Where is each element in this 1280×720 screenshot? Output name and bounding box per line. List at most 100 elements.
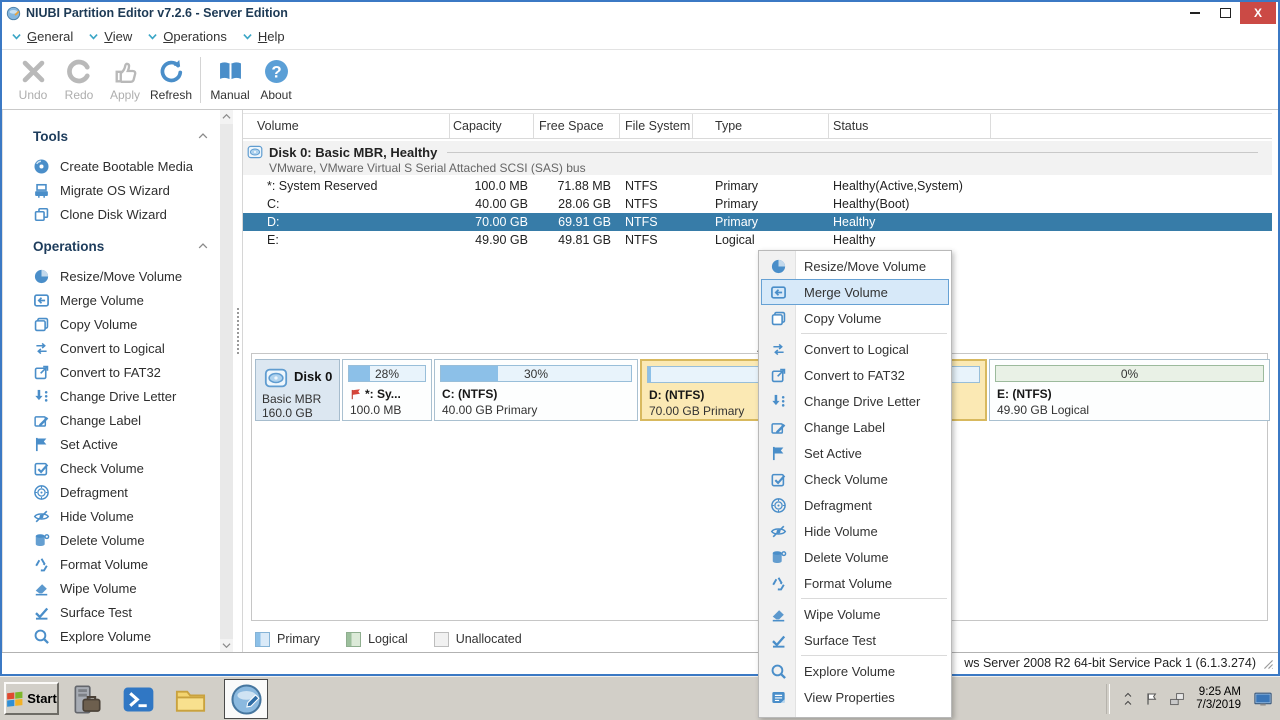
context-menu-item[interactable]: Convert to FAT32 xyxy=(761,362,949,388)
operation-icon xyxy=(33,484,50,501)
disk-map-partition[interactable]: 28% *: Sy... 100.0 MB xyxy=(342,359,432,421)
context-menu-item-icon xyxy=(762,575,794,592)
column-header[interactable]: Status xyxy=(829,114,991,138)
table-header: Volume Capacity Free Space File System T… xyxy=(243,113,1272,139)
sidebar-operation-item[interactable]: Set Active xyxy=(3,432,220,456)
sidebar-tool-item[interactable]: Clone Disk Wizard xyxy=(3,202,220,226)
context-menu-item[interactable]: Check Volume xyxy=(761,466,949,492)
sidebar-operation-item[interactable]: Delete Volume xyxy=(3,528,220,552)
taskbar-powershell-button[interactable] xyxy=(120,681,156,717)
context-menu-item[interactable]: Change Drive Letter xyxy=(761,388,949,414)
sidebar-operation-item[interactable]: Surface Test xyxy=(3,600,220,624)
context-menu-item[interactable]: Hide Volume xyxy=(761,518,949,544)
context-menu-item-icon xyxy=(762,367,794,384)
sidebar-operation-item[interactable]: Wipe Volume xyxy=(3,576,220,600)
usage-bar: 30% xyxy=(440,365,632,382)
context-menu-item[interactable]: Convert to Logical xyxy=(761,336,949,362)
volume-row[interactable]: *: System Reserved 100.0 MB 71.88 MB NTF… xyxy=(243,177,1272,195)
tool-icon xyxy=(33,158,50,175)
operation-icon xyxy=(33,412,50,429)
volume-row[interactable]: C: 40.00 GB 28.06 GB NTFS Primary Health… xyxy=(243,195,1272,213)
column-header[interactable]: Capacity xyxy=(450,114,534,138)
sidebar-operation-item[interactable]: Convert to Logical xyxy=(3,336,220,360)
sidebar-operation-item[interactable]: Change Drive Letter xyxy=(3,384,220,408)
taskbar: Start 9:25 AM 7/3/2019 xyxy=(0,676,1280,720)
context-menu-item[interactable]: Delete Volume xyxy=(761,544,949,570)
column-header[interactable]: Type xyxy=(693,114,829,138)
sidebar-operation-item[interactable]: Explore Volume xyxy=(3,624,220,648)
menu-item[interactable]: Operations xyxy=(146,29,227,44)
network-icon[interactable] xyxy=(1169,691,1185,707)
context-menu-item[interactable]: Set Active xyxy=(761,440,949,466)
toolbar-button[interactable]: Undo xyxy=(10,54,56,106)
volume-row[interactable]: E: 49.90 GB 49.81 GB NTFS Logical Health… xyxy=(243,231,1272,249)
context-menu-item[interactable]: Copy Volume xyxy=(761,305,949,331)
context-menu-item[interactable]: Change Label xyxy=(761,414,949,440)
menu-item[interactable]: General xyxy=(10,29,73,44)
toolbar-button[interactable]: Redo xyxy=(56,54,102,106)
sidebar-operation-item[interactable]: Hide Volume xyxy=(3,504,220,528)
sidebar-section-operations[interactable]: Operations xyxy=(3,232,220,260)
volume-row[interactable]: D: 70.00 GB 69.91 GB NTFS Primary Health… xyxy=(243,213,1272,231)
scroll-up-icon[interactable] xyxy=(220,110,233,124)
chevron-up-icon[interactable] xyxy=(196,129,210,143)
start-button[interactable]: Start xyxy=(4,682,59,715)
folder-icon xyxy=(174,683,207,716)
close-button[interactable]: X xyxy=(1240,2,1276,24)
toolbar-button[interactable]: Refresh xyxy=(148,54,194,106)
sidebar-operation-item[interactable]: Check Volume xyxy=(3,456,220,480)
sidebar-operation-item[interactable]: Resize/Move Volume xyxy=(3,264,220,288)
sidebar-operation-item[interactable]: Merge Volume xyxy=(3,288,220,312)
disk-group-row[interactable]: Disk 0: Basic MBR, Healthy VMware, VMwar… xyxy=(243,141,1272,177)
toolbar-button[interactable]: Apply xyxy=(102,54,148,106)
context-menu-item[interactable]: View Properties xyxy=(761,684,949,710)
status-bar: ws Server 2008 R2 64-bit Service Pack 1 … xyxy=(2,652,1278,674)
sidebar-operation-item[interactable]: Defragment xyxy=(3,480,220,504)
sidebar-operation-item[interactable]: Copy Volume xyxy=(3,312,220,336)
display-tray-icon[interactable] xyxy=(1252,690,1274,708)
context-menu-item[interactable]: Defragment xyxy=(761,492,949,518)
scroll-down-icon[interactable] xyxy=(220,639,233,653)
operation-icon xyxy=(33,460,50,477)
context-menu-item-icon xyxy=(762,632,794,649)
column-header[interactable]: Free Space xyxy=(534,114,620,138)
sidebar-scrollbar[interactable] xyxy=(220,110,233,653)
menu-item[interactable]: View xyxy=(87,29,132,44)
operation-icon xyxy=(33,388,50,405)
operation-icon xyxy=(33,340,50,357)
system-tray: 9:25 AM 7/3/2019 xyxy=(1106,677,1278,720)
sidebar-section-tools[interactable]: Tools xyxy=(3,122,220,150)
window-title: NIUBI Partition Editor v7.2.6 - Server E… xyxy=(26,6,288,20)
context-menu-item[interactable]: Format Volume xyxy=(761,570,949,596)
toolbar-button[interactable]: Manual xyxy=(207,54,253,106)
taskbar-server-manager-button[interactable] xyxy=(68,681,104,717)
toolbar-button[interactable]: ? About xyxy=(253,54,299,106)
taskbar-explorer-button[interactable] xyxy=(172,681,208,717)
context-menu-item[interactable]: Resize/Move Volume xyxy=(761,253,949,279)
taskbar-niubi-button[interactable] xyxy=(224,679,268,719)
sidebar-tool-item[interactable]: Migrate OS Wizard xyxy=(3,178,220,202)
sidebar-operation-item[interactable]: Change Label xyxy=(3,408,220,432)
context-menu-item[interactable]: Surface Test xyxy=(761,627,949,653)
sidebar-splitter-handle[interactable] xyxy=(237,308,239,354)
disk-map-partition[interactable]: 0% E: (NTFS) 49.90 GB Logical xyxy=(989,359,1270,421)
action-center-flag-icon[interactable] xyxy=(1144,691,1160,707)
sidebar-operation-item[interactable]: Convert to FAT32 xyxy=(3,360,220,384)
content-area: Tools Create Bootable Media Migrate OS W… xyxy=(2,110,1278,653)
disk-map-partition[interactable]: 30% C: (NTFS) 40.00 GB Primary xyxy=(434,359,638,421)
disk-map-disk[interactable]: Disk 0 Basic MBR 160.0 GB xyxy=(255,359,340,421)
sidebar-operation-item[interactable]: Format Volume xyxy=(3,552,220,576)
context-menu-item[interactable]: Wipe Volume xyxy=(761,601,949,627)
column-header[interactable]: Volume xyxy=(243,114,450,138)
maximize-button[interactable] xyxy=(1210,2,1240,24)
column-header[interactable]: File System xyxy=(620,114,693,138)
taskbar-clock[interactable]: 9:25 AM 7/3/2019 xyxy=(1196,686,1241,712)
menu-item[interactable]: Help xyxy=(241,29,285,44)
sidebar-tool-item[interactable]: Create Bootable Media xyxy=(3,154,220,178)
context-menu-item[interactable]: Explore Volume xyxy=(761,658,949,684)
resize-grip[interactable] xyxy=(1262,658,1275,671)
context-menu-item[interactable]: Merge Volume xyxy=(761,279,949,305)
hidden-icons-button[interactable] xyxy=(1121,691,1135,707)
chevron-up-icon[interactable] xyxy=(196,239,210,253)
minimize-button[interactable] xyxy=(1180,2,1210,24)
